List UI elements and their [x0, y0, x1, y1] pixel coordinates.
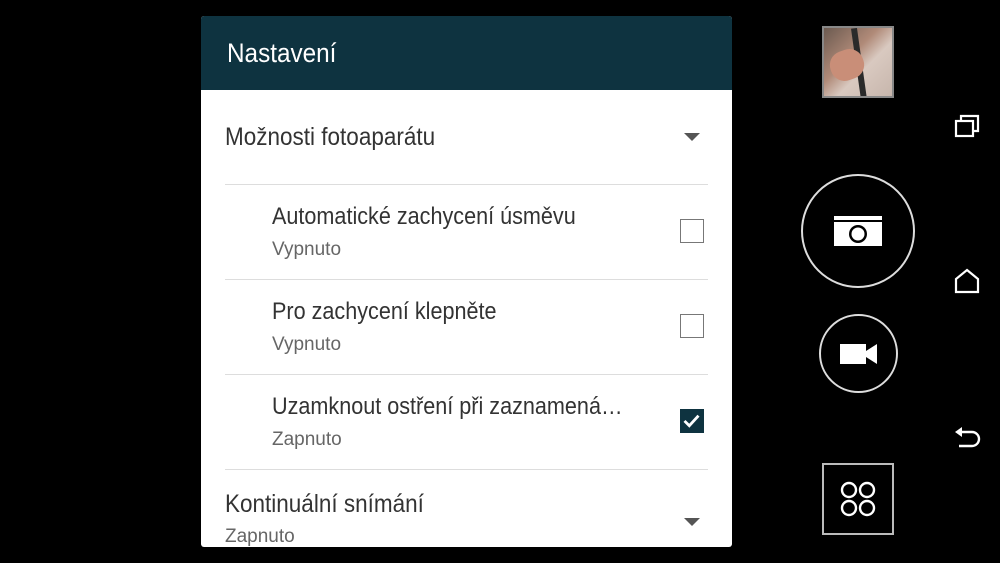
- setting-status: Vypnuto: [272, 239, 342, 260]
- gallery-thumbnail[interactable]: [822, 26, 894, 98]
- section-title: Možnosti fotoaparátu: [225, 122, 436, 151]
- setting-title: Uzamknout ostření při zaznamená…: [272, 393, 623, 420]
- grid-dots-icon: [840, 481, 876, 517]
- chevron-down-icon: [684, 133, 700, 141]
- camera-modes-button[interactable]: [822, 463, 894, 535]
- section-title: Kontinuální snímání: [225, 490, 424, 518]
- checkmark-icon: [683, 414, 700, 428]
- shutter-button[interactable]: [801, 174, 915, 288]
- setting-status: Zapnuto: [272, 429, 342, 450]
- recents-button[interactable]: [952, 111, 982, 141]
- setting-title: Pro zachycení klepněte: [272, 298, 497, 325]
- settings-list: Možnosti fotoaparátu Automatické zachyce…: [201, 90, 732, 547]
- camera-screen: Nastavení Možnosti fotoaparátu Automatic…: [0, 0, 1000, 563]
- tap-to-capture-checkbox[interactable]: [680, 314, 704, 338]
- video-record-button[interactable]: [819, 314, 898, 393]
- setting-lock-focus[interactable]: Uzamknout ostření při zaznamená… Zapnuto: [225, 375, 708, 469]
- setting-status: Vypnuto: [272, 334, 342, 355]
- dialog-header: Nastavení: [201, 16, 732, 90]
- chevron-down-icon: [684, 518, 700, 526]
- video-camera-icon: [839, 343, 877, 364]
- section-status: Zapnuto: [225, 526, 295, 547]
- home-button[interactable]: [952, 266, 982, 296]
- dialog-title: Nastavení: [227, 37, 337, 68]
- lock-focus-checkbox[interactable]: [680, 409, 704, 433]
- recents-icon: [954, 114, 980, 138]
- section-burst-shooting[interactable]: Kontinuální snímání Zapnuto: [225, 470, 708, 547]
- camera-icon: [834, 216, 882, 246]
- smile-capture-checkbox[interactable]: [680, 219, 704, 243]
- setting-smile-capture[interactable]: Automatické zachycení úsměvu Vypnuto: [225, 185, 708, 279]
- home-icon: [954, 268, 980, 294]
- back-icon: [955, 427, 981, 448]
- section-camera-options[interactable]: Možnosti fotoaparátu: [225, 90, 708, 184]
- back-button[interactable]: [952, 423, 982, 453]
- settings-dialog: Nastavení Možnosti fotoaparátu Automatic…: [201, 16, 732, 547]
- setting-tap-to-capture[interactable]: Pro zachycení klepněte Vypnuto: [225, 280, 708, 374]
- setting-title: Automatické zachycení úsměvu: [272, 203, 576, 230]
